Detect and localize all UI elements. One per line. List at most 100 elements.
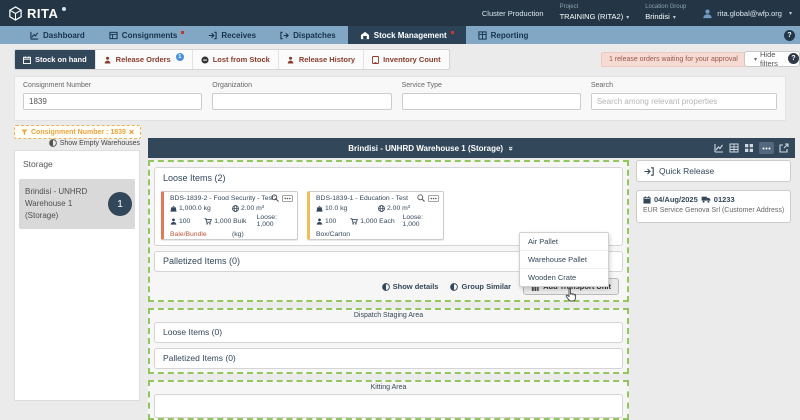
toggle-icon (450, 283, 458, 291)
stock-tabs: Stock on hand Release Orders 1 Lost from… (14, 49, 450, 70)
logo-dot (62, 7, 66, 11)
quick-release-button[interactable]: Quick Release (636, 160, 791, 182)
location-group-value: Brindisi (645, 12, 670, 21)
enter-icon (644, 167, 654, 176)
consignments-icon (109, 31, 118, 40)
kitting-title: Kitting Area (150, 382, 627, 391)
staging-palletized-items-title: Palletized Items (0) (155, 349, 622, 367)
funnel-icon (21, 129, 28, 136)
chart-view-icon[interactable] (714, 143, 724, 153)
reporting-icon (478, 31, 487, 40)
person-history-icon (287, 56, 295, 64)
packaging-type: Box/Carton (316, 231, 378, 238)
close-icon[interactable]: × (129, 128, 134, 137)
nav-help-button[interactable]: ? (784, 30, 795, 41)
nav-item-reporting[interactable]: Reporting (466, 26, 541, 44)
alert-dot (181, 31, 184, 34)
nav-item-dispatches[interactable]: Dispatches (268, 26, 348, 44)
menu-item-air-pallet[interactable]: Air Pallet (520, 233, 608, 251)
volume-icon (378, 205, 385, 212)
main-nav: Dashboard Consignments Receives Dispatch… (0, 26, 800, 44)
release-orders-badge: 1 (176, 53, 184, 61)
nav-label: Reporting (491, 31, 529, 40)
search-input[interactable] (591, 93, 777, 110)
group-similar-label: Group Similar (461, 282, 511, 291)
location-group-selector[interactable]: Location Group Brindisi▾ (645, 4, 686, 22)
more-view-icon[interactable] (759, 142, 774, 154)
nav-label: Stock Management (374, 31, 447, 40)
receives-icon (208, 31, 217, 40)
expand-icon[interactable] (779, 143, 789, 153)
tab-stock-on-hand[interactable]: Stock on hand (15, 50, 96, 69)
people-value: 100 (179, 218, 190, 225)
release-order-number: 01233 (714, 195, 735, 204)
toggle-icon (382, 283, 390, 291)
menu-item-wooden-crate[interactable]: Wooden Crate (520, 269, 608, 286)
nav-item-dashboard[interactable]: Dashboard (18, 26, 97, 44)
mouse-cursor-icon (564, 288, 577, 302)
nav-label: Dashboard (43, 31, 85, 40)
chevron-down-icon: ▾ (754, 56, 757, 63)
show-empty-warehouses-toggle[interactable]: Show Empty Warehouses (14, 139, 140, 147)
cart-icon (350, 218, 358, 225)
nav-item-consignments[interactable]: Consignments (97, 26, 197, 44)
service-type-input[interactable] (402, 93, 581, 110)
people-value: 100 (325, 218, 336, 225)
project-selector[interactable]: Project TRAINING (RITA2)▾ (560, 4, 630, 22)
person-export-icon (104, 56, 112, 64)
nav-label: Receives (221, 31, 256, 40)
weight-icon (170, 205, 177, 212)
dispatches-icon (280, 31, 289, 40)
rita-logo: RITA (8, 6, 66, 21)
organization-label: Organization (212, 82, 391, 89)
card-menu-icon[interactable] (282, 195, 293, 202)
kitting-section (154, 394, 623, 418)
group-similar-toggle[interactable]: Group Similar (450, 282, 511, 291)
tab-label: Stock on hand (35, 55, 87, 64)
nav-item-receives[interactable]: Receives (196, 26, 268, 44)
stock-card-bds-1839-2[interactable]: BDS-1839-2 - Food Security - Test2 1,000… (161, 191, 298, 240)
grid-view-icon[interactable] (744, 143, 754, 153)
warehouse-title[interactable]: Brindisi - UNHRD Warehouse 1 (Storage) » (148, 144, 714, 153)
loose-value: Loose: 1,000 (403, 214, 438, 228)
release-date: 04/Aug/2025 (654, 195, 698, 204)
card-menu-icon[interactable] (428, 195, 439, 202)
filter-chip-label: Consignment Number : 1839 (31, 129, 126, 136)
tabs-help-button[interactable]: ? (788, 53, 799, 64)
truck-icon (701, 196, 711, 203)
tab-label: Release History (299, 55, 355, 64)
tab-lost-from-stock[interactable]: Lost from Stock (193, 50, 279, 69)
filter-chip-consignment[interactable]: Consignment Number : 1839 × (14, 125, 141, 139)
consignment-number-input[interactable] (23, 93, 202, 110)
toggle-icon (49, 139, 57, 147)
user-menu[interactable]: rita.global@wfp.org ▾ (702, 8, 792, 19)
magnifier-icon[interactable] (417, 194, 425, 202)
kitting-zone: Kitting Area (148, 380, 629, 420)
collapse-chevron-icon[interactable]: » (507, 146, 516, 150)
approval-alert-badge[interactable]: 1 release orders waiting for your approv… (601, 52, 746, 67)
tab-label: Inventory Count (383, 55, 441, 64)
magnifier-icon[interactable] (271, 194, 279, 202)
stock-card-bds-1839-1[interactable]: BDS-1839-1 - Education - Test 10.0 kg 2.… (307, 191, 444, 240)
nav-item-stock-management[interactable]: Stock Management (348, 26, 466, 44)
menu-item-warehouse-pallet[interactable]: Warehouse Pallet (520, 251, 608, 269)
table-view-icon[interactable] (729, 143, 739, 153)
warehouse-panel-header: Brindisi - UNHRD Warehouse 1 (Storage) » (148, 138, 795, 158)
show-details-toggle[interactable]: Show details (382, 282, 439, 291)
release-order-card[interactable]: 04/Aug/2025 01233 EUR Service Genova Srl… (636, 190, 791, 223)
tab-release-orders[interactable]: Release Orders 1 (96, 50, 193, 69)
service-type-label: Service Type (402, 82, 581, 89)
sidebar-item-warehouse[interactable]: Brindisi - UNHRD Warehouse 1 (Storage) 1 (19, 179, 135, 229)
project-label: Project (560, 4, 630, 12)
cube-icon (8, 6, 23, 21)
release-customer: EUR Service Genova Srl (Customer Address… (643, 207, 784, 214)
staging-palletized-items-section: Palletized Items (0) (154, 348, 623, 369)
tab-inventory-count[interactable]: Inventory Count (364, 50, 449, 69)
tab-label: Release Orders (116, 55, 171, 64)
organization-input[interactable] (212, 93, 391, 110)
nav-label: Consignments (122, 31, 178, 40)
tab-release-history[interactable]: Release History (279, 50, 364, 69)
environment-label: Cluster Production (482, 9, 544, 18)
loose-value: Loose: 1,000 (257, 214, 292, 228)
dispatch-staging-title: Dispatch Staging Area (150, 310, 627, 319)
